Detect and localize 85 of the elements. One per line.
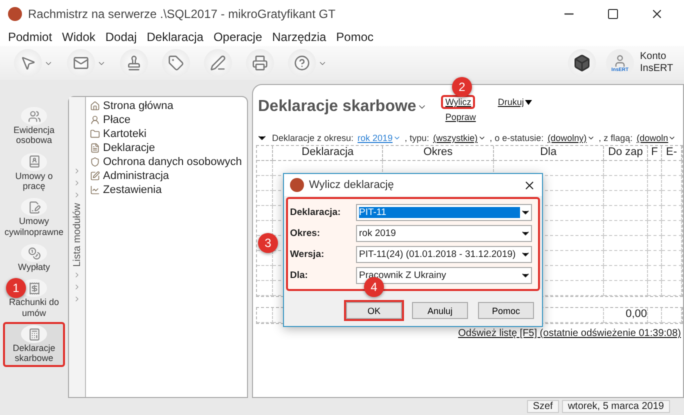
folder-icon (90, 129, 100, 139)
column-header[interactable]: Okres (383, 146, 494, 161)
module-item[interactable]: Strona główna (103, 100, 174, 112)
module-item[interactable]: Zestawienia (103, 184, 162, 196)
menu-item[interactable]: Podmiot (8, 30, 52, 44)
menu-item[interactable]: Pomoc (336, 30, 374, 44)
filter-dropdown[interactable]: rok 2019 (358, 133, 401, 143)
select-field[interactable]: PIT-11 (356, 204, 532, 221)
status-pane: wtorek, 5 marca 2019 (562, 400, 670, 413)
pen-icon[interactable] (210, 55, 226, 71)
cube-icon[interactable] (573, 54, 591, 72)
coins-icon (21, 244, 47, 262)
nav-item[interactable]: Umowy o pracę (3, 150, 65, 194)
field-label: Deklaracja: (290, 207, 342, 218)
action-link[interactable]: Popraw (441, 110, 480, 124)
caret-icon[interactable] (524, 100, 532, 104)
filter-dropdown[interactable]: (dowolny) (548, 133, 595, 143)
module-item[interactable]: Płace (103, 114, 131, 126)
user-icon (90, 115, 100, 125)
dialog-button[interactable]: OK (346, 302, 402, 319)
caret-icon[interactable] (478, 134, 486, 142)
select-field[interactable]: Pracownik Z Ukrainy (356, 267, 532, 284)
field-label: Dla: (290, 270, 309, 281)
document-icon (90, 143, 100, 153)
close-icon[interactable] (650, 7, 664, 21)
module-item[interactable]: Deklaracje (103, 142, 155, 154)
page-title[interactable]: Deklaracje skarbowe (258, 98, 416, 116)
print-menu[interactable]: Drukuj (494, 95, 536, 109)
user-icon (613, 54, 627, 68)
people-icon (21, 107, 47, 125)
envelope-icon[interactable] (73, 55, 89, 71)
filter-label: Deklaracje z okresu: (272, 133, 354, 143)
maximize-icon[interactable] (607, 8, 619, 20)
filter-dropdown[interactable]: (dowoln (636, 133, 676, 143)
nav-item[interactable]: Wypłaty (3, 241, 65, 276)
contact-icon (21, 152, 47, 171)
select-field[interactable]: rok 2019 (356, 225, 532, 242)
menu-item[interactable]: Dodaj (105, 30, 137, 44)
menu-item[interactable]: Deklaracja (146, 30, 204, 44)
account-label: Konto InsERT (640, 51, 674, 75)
module-item[interactable]: Administracja (103, 170, 170, 182)
field-label: Okres: (290, 228, 322, 239)
field-label: Wersja: (290, 249, 326, 260)
tag-icon[interactable] (168, 55, 184, 71)
signature-icon (21, 198, 47, 216)
filter-label: , o e-statusie: (490, 133, 544, 143)
module-item[interactable]: Ochrona danych osobowych (103, 156, 242, 168)
filter-label: , typu: (404, 133, 430, 143)
caret-icon[interactable] (586, 134, 595, 142)
refresh-link[interactable]: Odśwież listę [F5] (ostatnie odświeżenie 01:39:08) (458, 328, 681, 339)
column-header[interactable]: F (648, 146, 662, 161)
printer-icon[interactable] (252, 55, 268, 71)
column-header[interactable]: E- (662, 146, 682, 161)
module-item[interactable]: Kartoteki (103, 128, 146, 140)
app-logo-icon (290, 178, 304, 192)
app-logo-icon (8, 7, 22, 21)
nav-item[interactable]: Deklaracje skarbowe (3, 322, 65, 367)
dialog-title: Wylicz deklarację (309, 179, 395, 191)
column-header[interactable]: Deklaracja (273, 146, 384, 161)
pointer-icon[interactable] (20, 55, 36, 71)
menu-item[interactable]: Narzędzia (272, 30, 326, 44)
calculator-icon (21, 325, 47, 344)
filter-dropdown[interactable]: (wszystkie) (433, 133, 486, 143)
total-cell: 0,00 (604, 308, 648, 323)
modules-tab[interactable]: Lista modułów (72, 203, 82, 267)
caret-icon[interactable] (668, 134, 676, 142)
nav-item[interactable]: Ewidencja osobowa (3, 104, 65, 149)
filter-label: , z flagą: (598, 133, 633, 143)
chart-icon (90, 185, 100, 195)
edit-icon (90, 171, 100, 181)
status-pane: Szef (526, 400, 559, 413)
dialog-button[interactable]: Anuluj (412, 302, 468, 319)
menu-item[interactable]: Operacje (213, 30, 262, 44)
column-header[interactable]: Dla (494, 146, 604, 161)
window-title: Rachmistrz na serwerze .\SQL2017 - mikroGratyfikant GT (28, 7, 336, 21)
menu-item[interactable]: Widok (62, 30, 96, 44)
column-header[interactable]: Do zap (604, 146, 648, 161)
stamp-icon[interactable] (126, 55, 142, 71)
help-icon[interactable] (294, 55, 310, 71)
shield-icon (90, 157, 100, 167)
nav-item[interactable]: Umowy cywilnoprawne (3, 195, 65, 240)
select-field[interactable]: PIT-11(24) (01.01.2018 - 31.12.2019) (356, 246, 532, 263)
dialog-button[interactable]: Pomoc (478, 302, 534, 319)
close-icon[interactable] (523, 178, 536, 192)
home-icon (90, 101, 100, 111)
